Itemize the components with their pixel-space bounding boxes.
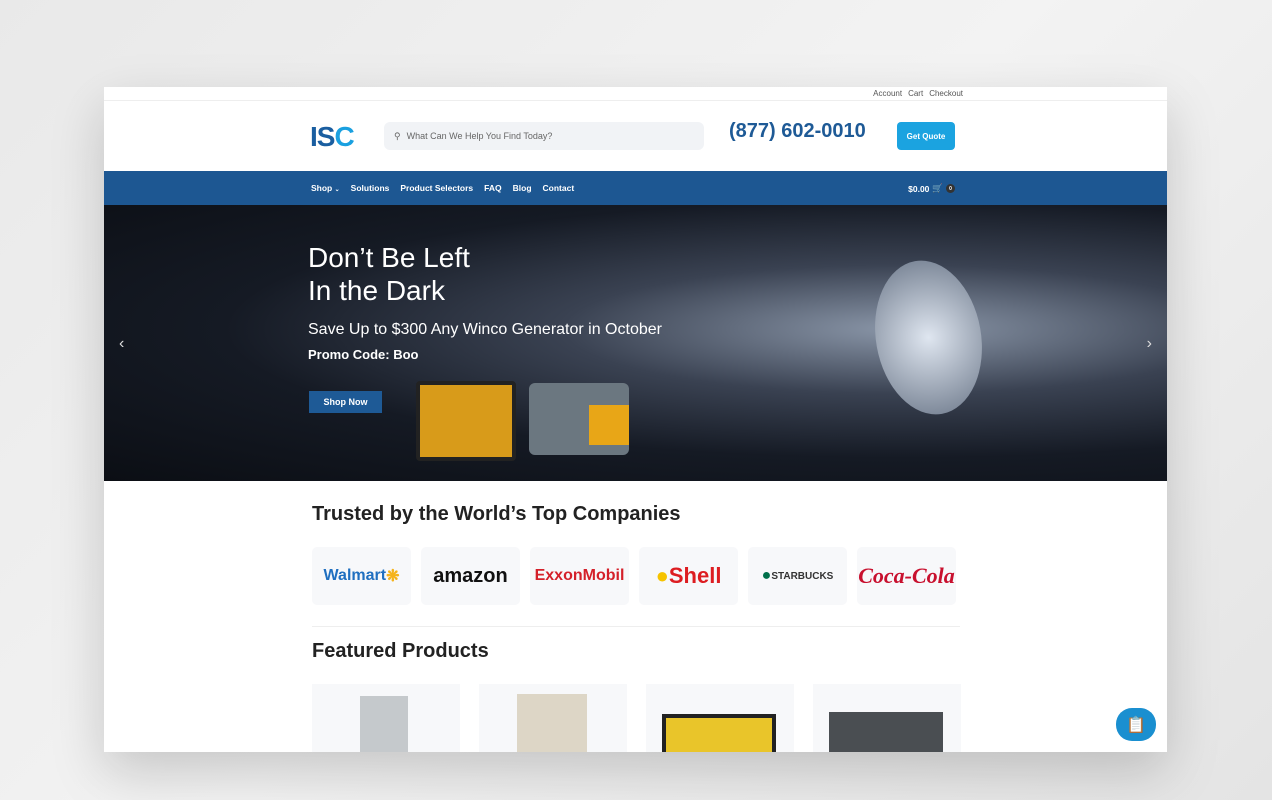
cart-count: 0 (946, 184, 955, 193)
hero-title-line: In the Dark (308, 275, 445, 306)
trusted-heading: Trusted by the World’s Top Companies (312, 503, 681, 525)
product-card[interactable] (813, 684, 961, 752)
hero-title-line: Don’t Be Left (308, 242, 470, 273)
top-links: Account Cart Checkout (873, 89, 963, 98)
browser-page: Account Cart Checkout ISC ⚲ What Can We H… (104, 87, 1167, 752)
hero-title: Don’t Be Left In the Dark (308, 241, 608, 307)
promo-code: Promo Code: Boo (308, 347, 419, 362)
nav-contact[interactable]: Contact (543, 183, 575, 193)
cart-button[interactable]: $0.00 🛒 0 (908, 183, 955, 194)
quote-list-icon[interactable]: 📋 (1116, 708, 1156, 741)
nav-faq[interactable]: FAQ (484, 183, 501, 193)
search-icon: ⚲ (394, 130, 401, 141)
cart-icon: 🛒 (932, 183, 943, 193)
chevron-right-icon[interactable]: › (1147, 335, 1152, 353)
search-placeholder: What Can We Help You Find Today? (406, 131, 553, 141)
logo[interactable]: ISC (310, 121, 355, 153)
logo-walmart: Walmart ❋ (312, 547, 411, 605)
product-card[interactable] (479, 684, 627, 752)
logo-amazon: amazon (421, 547, 520, 605)
generator-image (529, 383, 629, 455)
hero-subtitle: Save Up to $300 Any Winco Generator in O… (308, 321, 662, 338)
chevron-down-icon: ⌄ (334, 187, 340, 193)
checkout-link[interactable]: Checkout (929, 89, 963, 98)
hero-slider: Don’t Be Left In the Dark Save Up to $300… (104, 205, 1167, 481)
nav-blog[interactable]: Blog (513, 183, 532, 193)
logo-starbucks: ● STARBUCKS (748, 547, 847, 605)
product-card[interactable] (312, 684, 460, 752)
nav-label: Shop (311, 183, 333, 193)
logo-coca-cola: Coca-Cola (857, 547, 956, 605)
search-input[interactable]: ⚲ What Can We Help You Find Today? (384, 122, 704, 150)
get-quote-button[interactable]: Get Quote (897, 122, 955, 150)
logo-text: IS (310, 121, 335, 152)
cart-total: $0.00 (908, 183, 930, 194)
generator-image (416, 381, 516, 461)
product-card[interactable] (646, 684, 794, 752)
logo-exxonmobil: ExxonMobil (530, 547, 629, 605)
logo-shell: ● Shell (639, 547, 738, 605)
company-logos: Walmart ❋ amazon ExxonMobil ● Shell ● STARB… (312, 547, 956, 605)
nav-product-selectors[interactable]: Product Selectors (400, 183, 473, 193)
shop-now-button[interactable]: Shop Now (309, 391, 382, 413)
divider (312, 626, 960, 627)
flashlight-image (863, 252, 994, 423)
nav-shop[interactable]: Shop ⌄ (311, 183, 340, 193)
featured-products (312, 684, 961, 752)
phone-number[interactable]: (877) 602-0010 (729, 120, 866, 143)
logo-accent: C (334, 121, 354, 152)
featured-heading: Featured Products (312, 640, 489, 662)
cart-link[interactable]: Cart (908, 89, 923, 98)
main-nav: Shop ⌄ Solutions Product Selectors FAQ B… (104, 171, 1167, 205)
account-link[interactable]: Account (873, 89, 902, 98)
chevron-left-icon[interactable]: ‹ (119, 335, 124, 353)
nav-solutions[interactable]: Solutions (351, 183, 390, 193)
divider (104, 100, 1167, 101)
